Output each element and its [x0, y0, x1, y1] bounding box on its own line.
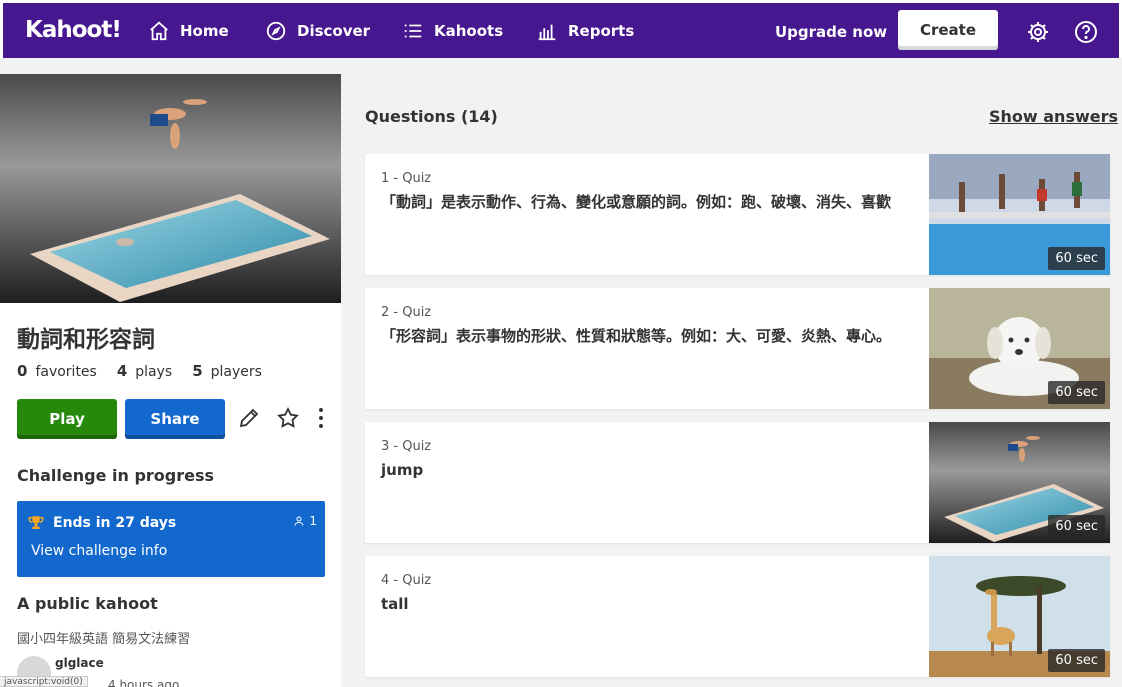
cover-image	[0, 74, 341, 303]
nav-reports-label: Reports	[568, 22, 635, 40]
home-icon	[150, 21, 168, 41]
list-icon	[404, 24, 422, 38]
challenge-ends-text: Ends in 27 days	[53, 515, 177, 531]
kahoot-logo[interactable]: Kahoot!	[25, 17, 122, 43]
favorites-label: favorites	[35, 364, 97, 380]
questions-header: Questions (14)	[365, 107, 498, 126]
star-favorite-icon[interactable]	[276, 406, 300, 430]
share-button[interactable]: Share	[125, 399, 225, 439]
players-count: 5	[192, 362, 203, 380]
plays-stat: 4 plays	[117, 362, 172, 380]
challenge-card[interactable]: Ends in 27 days 1 View challenge info	[17, 501, 325, 577]
updated-time: 4 hours ago	[108, 678, 180, 687]
question-type: 3 - Quiz	[381, 439, 432, 454]
giraffe-photo: 60 sec	[929, 556, 1110, 677]
challenge-heading: Challenge in progress	[17, 466, 215, 485]
question-time: 60 sec	[1048, 247, 1105, 270]
nav-kahoots[interactable]: Kahoots	[402, 20, 503, 42]
nav-discover[interactable]: Discover	[265, 20, 370, 42]
plays-count: 4	[116, 362, 128, 380]
nav-reports[interactable]: Reports	[536, 20, 634, 42]
compass-icon	[266, 21, 286, 41]
question-type: 4 - Quiz	[381, 573, 432, 588]
question-card-4[interactable]: 4 - Quiz tall 60 sec	[365, 556, 1110, 677]
view-challenge-link[interactable]: View challenge info	[31, 543, 167, 559]
question-time: 60 sec	[1048, 649, 1105, 672]
author-name[interactable]: glglace	[55, 656, 104, 670]
favorites-stat: 0 favorites	[17, 362, 97, 380]
kahoot-description: 國小四年級英語 簡易文法練習	[17, 632, 191, 647]
challenge-player-count: 1	[293, 514, 317, 528]
phone-diver-photo: 60 sec	[929, 422, 1110, 543]
question-text: 「動詞」是表示動作、行為、變化或意願的詞。例如：跑、破壞、消失、喜歡	[381, 193, 892, 211]
trophy-icon	[28, 516, 44, 529]
kahoot-title: 動詞和形容詞	[17, 327, 155, 353]
upgrade-link[interactable]: Upgrade now	[775, 23, 887, 41]
question-text: jump	[381, 461, 424, 479]
favorites-count: 0	[17, 362, 28, 380]
show-answers-link[interactable]: Show answers	[989, 107, 1118, 126]
visibility-heading: A public kahoot	[17, 594, 158, 613]
more-options-icon[interactable]	[309, 406, 333, 430]
question-card-1[interactable]: 1 - Quiz 「動詞」是表示動作、行為、變化或意願的詞。例如：跑、破壞、消失…	[365, 154, 1110, 275]
play-button[interactable]: Play	[17, 399, 117, 439]
nav-home[interactable]: Home	[148, 20, 229, 42]
nav-home-label: Home	[180, 22, 229, 40]
puppy-photo: 60 sec	[929, 288, 1110, 409]
question-card-2[interactable]: 2 - Quiz 「形容詞」表示事物的形狀、性質和狀態等。例如：大、可愛、炎熱、…	[365, 288, 1110, 409]
gear-icon[interactable]	[1026, 20, 1050, 44]
user-icon	[294, 516, 304, 526]
question-time: 60 sec	[1048, 515, 1105, 538]
challenge-player-number: 1	[309, 514, 317, 528]
players-label: players	[210, 364, 262, 380]
plays-label: plays	[135, 364, 173, 380]
challenge-ends: Ends in 27 days	[27, 514, 176, 532]
question-text: 「形容詞」表示事物的形狀、性質和狀態等。例如：大、可愛、炎熱、專心。	[381, 327, 892, 345]
browser-status-url: javascript:void(0)	[0, 676, 88, 687]
question-time: 60 sec	[1048, 381, 1105, 404]
bar-chart-icon	[538, 24, 556, 41]
question-type: 1 - Quiz	[381, 171, 432, 186]
top-nav-bar: Kahoot! Home Discover Kahoots Reports Up…	[0, 0, 1122, 58]
kahoot-stats: 0 favorites 4 plays 5 players	[17, 362, 282, 380]
question-card-3[interactable]: 3 - Quiz jump 60 sec	[365, 422, 1110, 543]
phone-diver-illustration	[0, 74, 341, 303]
create-button[interactable]: Create	[898, 10, 998, 50]
help-icon[interactable]	[1074, 20, 1098, 44]
kahoot-details-panel: 動詞和形容詞 0 favorites 4 plays 5 players Play S…	[0, 74, 341, 687]
question-text: tall	[381, 595, 409, 613]
question-type: 2 - Quiz	[381, 305, 432, 320]
hurdles-photo: 60 sec	[929, 154, 1110, 275]
edit-pencil-icon[interactable]	[237, 406, 261, 430]
nav-kahoots-label: Kahoots	[434, 22, 504, 40]
players-stat: 5 players	[192, 362, 262, 380]
nav-discover-label: Discover	[297, 22, 371, 40]
